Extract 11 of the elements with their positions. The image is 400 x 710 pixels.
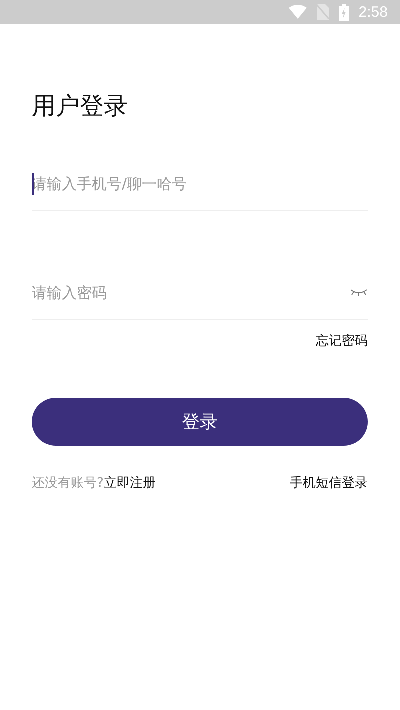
register-link[interactable]: 立即注册: [104, 476, 156, 491]
page-title: 用户登录: [32, 91, 129, 122]
closed-eye-icon[interactable]: [350, 288, 368, 298]
no-sim-icon: [316, 4, 329, 20]
login-button[interactable]: 登录: [32, 398, 368, 446]
wifi-icon: [288, 5, 307, 19]
battery-icon: [338, 4, 349, 20]
password-field[interactable]: 请输入密码: [32, 278, 350, 308]
sms-login-link[interactable]: 手机短信登录: [290, 474, 368, 492]
forgot-password-link[interactable]: 忘记密码: [316, 332, 368, 350]
register-prompt: 还没有账号?: [32, 476, 104, 491]
